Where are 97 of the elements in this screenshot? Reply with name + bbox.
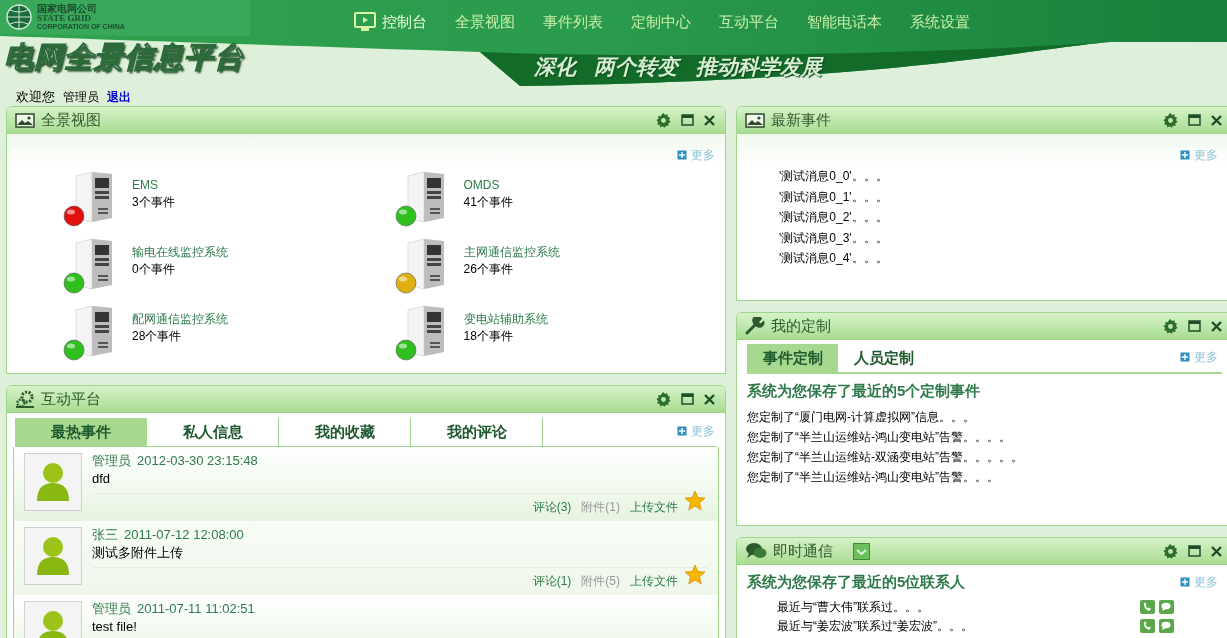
- settings-icon[interactable]: [656, 112, 671, 128]
- event-count: 26个事件: [463, 261, 514, 278]
- tab[interactable]: 事件定制: [747, 344, 838, 372]
- event-item: '测试消息0_3'。。。: [779, 229, 889, 247]
- person-avatar-icon: [35, 535, 71, 577]
- section-heading: 系统为您保存了最近的5位联系人: [747, 572, 967, 592]
- nav-link[interactable]: 互动平台: [705, 8, 793, 36]
- person-avatar-icon: [35, 461, 71, 503]
- chat-icon[interactable]: [1159, 619, 1174, 633]
- close-icon[interactable]: [1211, 320, 1222, 332]
- plus-box-icon: [677, 426, 687, 436]
- section-heading: 系统为您保存了最近的5个定制事件: [747, 381, 982, 401]
- nav-link[interactable]: 事件列表: [529, 8, 617, 36]
- event-item: '测试消息0_2'。。。: [779, 209, 889, 226]
- globe-logo-icon: [4, 3, 34, 31]
- maximize-icon[interactable]: [1188, 545, 1201, 557]
- maximize-icon[interactable]: [681, 114, 694, 126]
- wrench-icon: [745, 317, 765, 335]
- settings-icon[interactable]: [1163, 318, 1178, 334]
- plus-box-icon: [1180, 577, 1190, 588]
- custom-item: 您定制了“厦门电网-计算虚拟网”信息。。。: [747, 408, 976, 426]
- system-link[interactable]: 变电站辅助系统: [463, 311, 548, 328]
- system-link[interactable]: EMS: [132, 177, 175, 194]
- event-item: '测试消息0_1'。。。: [779, 188, 889, 206]
- event-item: '测试消息0_0'。。。: [779, 168, 889, 185]
- custom-item: 您定制了“半兰山运维站-鸿山变电站”告警。。。。: [747, 428, 1012, 446]
- nav-link[interactable]: 控制台: [340, 8, 441, 36]
- system-link[interactable]: 主网通信监控系统: [463, 244, 560, 261]
- settings-icon[interactable]: [1163, 112, 1178, 128]
- panel-title: 全景视图: [41, 109, 101, 130]
- maximize-icon[interactable]: [681, 393, 694, 405]
- system-link[interactable]: 输电在线监控系统: [132, 244, 228, 261]
- nav-link[interactable]: 全景视图: [441, 8, 529, 36]
- nav-link[interactable]: 系统设置: [896, 8, 984, 36]
- slogan-text: 推动科学发展: [696, 54, 822, 80]
- system-link[interactable]: OMDS: [463, 177, 513, 194]
- user-name: 管理员: [63, 89, 99, 106]
- plus-box-icon: [1180, 150, 1190, 160]
- landscape-icon: [15, 112, 35, 128]
- upload-link[interactable]: 上传文件: [630, 572, 678, 590]
- close-icon[interactable]: [704, 393, 715, 405]
- chat-icon[interactable]: [1159, 600, 1174, 614]
- post-content: 测试多附件上传: [92, 545, 184, 561]
- post-author: 管理员: [92, 601, 131, 617]
- site-title: 电网全景信息平台: [4, 40, 244, 75]
- star-icon[interactable]: [684, 490, 706, 511]
- maximize-icon[interactable]: [1188, 320, 1201, 332]
- landscape-icon: [745, 112, 765, 128]
- plus-box-icon: [1180, 352, 1190, 362]
- welcome-text: 欢迎您: [16, 88, 55, 107]
- contact-item: 最近与“曹大伟”联系过。。。: [777, 599, 930, 616]
- close-icon[interactable]: [1211, 545, 1222, 557]
- settings-icon[interactable]: [1163, 543, 1178, 559]
- phone-icon[interactable]: [1140, 600, 1155, 614]
- logout-link[interactable]: 退出: [107, 88, 131, 106]
- nav-link[interactable]: 智能电话本: [793, 8, 896, 36]
- upload-link[interactable]: 上传文件: [630, 498, 678, 516]
- event-count: 3个事件: [132, 194, 175, 211]
- attachments-link[interactable]: 附件(5): [581, 572, 620, 590]
- event-count: 28个事件: [132, 328, 183, 345]
- gears-icon: [15, 390, 35, 408]
- event-count: 41个事件: [463, 194, 513, 211]
- phone-icon[interactable]: [1140, 619, 1155, 633]
- post-author: 张三: [92, 527, 118, 543]
- post-author: 管理员: [92, 453, 131, 469]
- nav-link[interactable]: 定制中心: [617, 8, 705, 36]
- logo-text: STATE GRID: [37, 14, 91, 23]
- custom-item: 您定制了“半兰山运维站-双涵变电站”告警。。。。。: [747, 448, 1024, 466]
- post-time: 2012-03-30 23:15:48: [137, 453, 258, 469]
- plus-box-icon: [677, 150, 687, 160]
- panel-title: 最新事件: [771, 109, 831, 130]
- comments-link[interactable]: 评论(3): [532, 498, 572, 516]
- slogan-text: 深化: [534, 54, 576, 80]
- post-content: test file!: [92, 619, 138, 635]
- chat-bubbles-icon: [745, 542, 767, 560]
- contact-item: 最近与“姜宏波”联系过“姜宏波”。。。: [777, 618, 974, 635]
- comments-link[interactable]: 评论(1): [532, 572, 572, 590]
- post-time: 2011-07-11 11:02:51: [137, 601, 255, 617]
- star-icon[interactable]: [684, 564, 706, 585]
- custom-item: 您定制了“半兰山运维站-鸿山变电站”告警。。。: [747, 468, 1000, 486]
- post-content: dfd: [92, 471, 112, 487]
- event-item: '测试消息0_4'。。。: [779, 250, 889, 267]
- system-link[interactable]: 配网通信监控系统: [132, 311, 228, 328]
- panel-title: 互动平台: [41, 388, 101, 409]
- close-icon[interactable]: [704, 114, 715, 126]
- post-time: 2011-07-12 12:08:00: [124, 527, 244, 543]
- panel-title: 即时通信: [773, 540, 833, 561]
- event-count: 0个事件: [132, 261, 176, 278]
- tab[interactable]: 最热事件: [15, 418, 147, 446]
- attachments-link[interactable]: 附件(1): [581, 498, 620, 516]
- settings-icon[interactable]: [656, 391, 671, 407]
- close-icon[interactable]: [1211, 114, 1222, 126]
- logo-text: 国家电网公司: [37, 4, 98, 14]
- panel-title: 我的定制: [771, 315, 831, 336]
- maximize-icon[interactable]: [1188, 114, 1201, 126]
- monitor-icon: [354, 12, 376, 32]
- event-count: 18个事件: [463, 328, 514, 345]
